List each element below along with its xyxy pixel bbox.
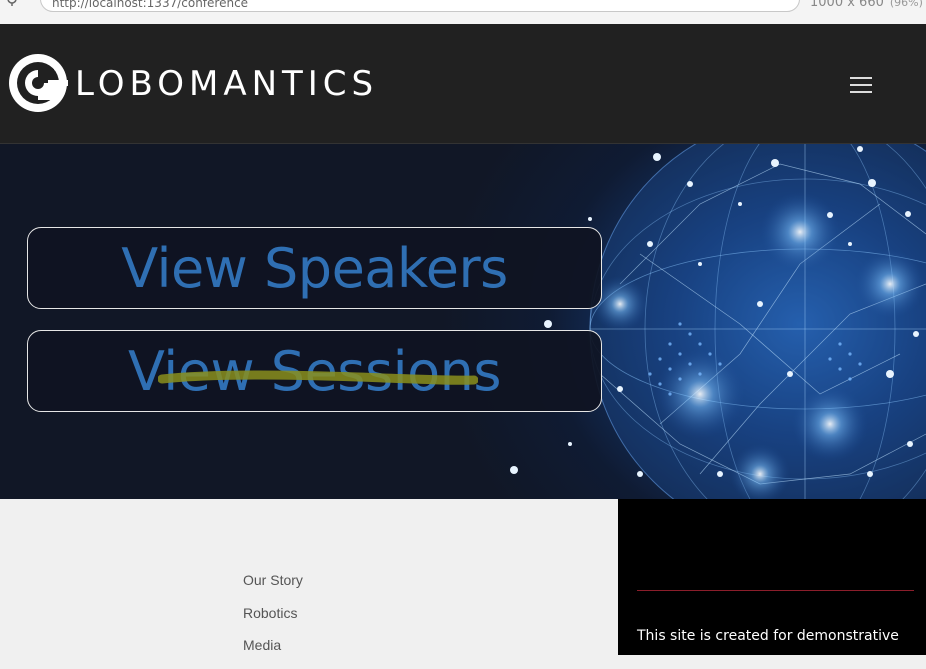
footer-disclaimer-panel: This site is created for demonstrative (618, 499, 926, 655)
site-info-icon[interactable] (5, 0, 19, 6)
brand-name: LOBOMANTICS (75, 64, 379, 104)
footer-links-area: Our Story Robotics Media (0, 499, 618, 655)
footer-link-our-story[interactable]: Our Story (243, 571, 303, 604)
footer-link-robotics[interactable]: Robotics (243, 604, 303, 637)
hero-banner: View Speakers View Sessions (0, 143, 926, 500)
view-speakers-label: View Speakers (121, 236, 508, 300)
footer-link-media[interactable]: Media (243, 636, 303, 669)
globomantics-g-icon (9, 54, 68, 112)
view-sessions-button[interactable]: View Sessions (27, 330, 602, 412)
zoom-level: (96%) (889, 0, 923, 9)
network-globe-image (510, 144, 926, 500)
footer-link-list: Our Story Robotics Media (243, 571, 303, 669)
footer-divider (637, 590, 914, 591)
viewport-size-readout: 1000 x 660 (96%) (810, 0, 923, 10)
site-header: LOBOMANTICS (0, 24, 926, 143)
address-bar-url: http://localhost:1337/conference (52, 0, 249, 10)
viewport-size: 1000 x 660 (810, 0, 884, 10)
hamburger-icon[interactable] (850, 77, 876, 95)
address-bar[interactable]: http://localhost:1337/conference (40, 0, 800, 12)
footer-disclaimer-text: This site is created for demonstrative (637, 628, 899, 644)
brand-logo[interactable]: LOBOMANTICS (7, 52, 378, 114)
view-sessions-label: View Sessions (128, 339, 501, 403)
view-speakers-button[interactable]: View Speakers (27, 227, 602, 309)
browser-toolbar: http://localhost:1337/conference 1000 x … (0, 0, 926, 25)
